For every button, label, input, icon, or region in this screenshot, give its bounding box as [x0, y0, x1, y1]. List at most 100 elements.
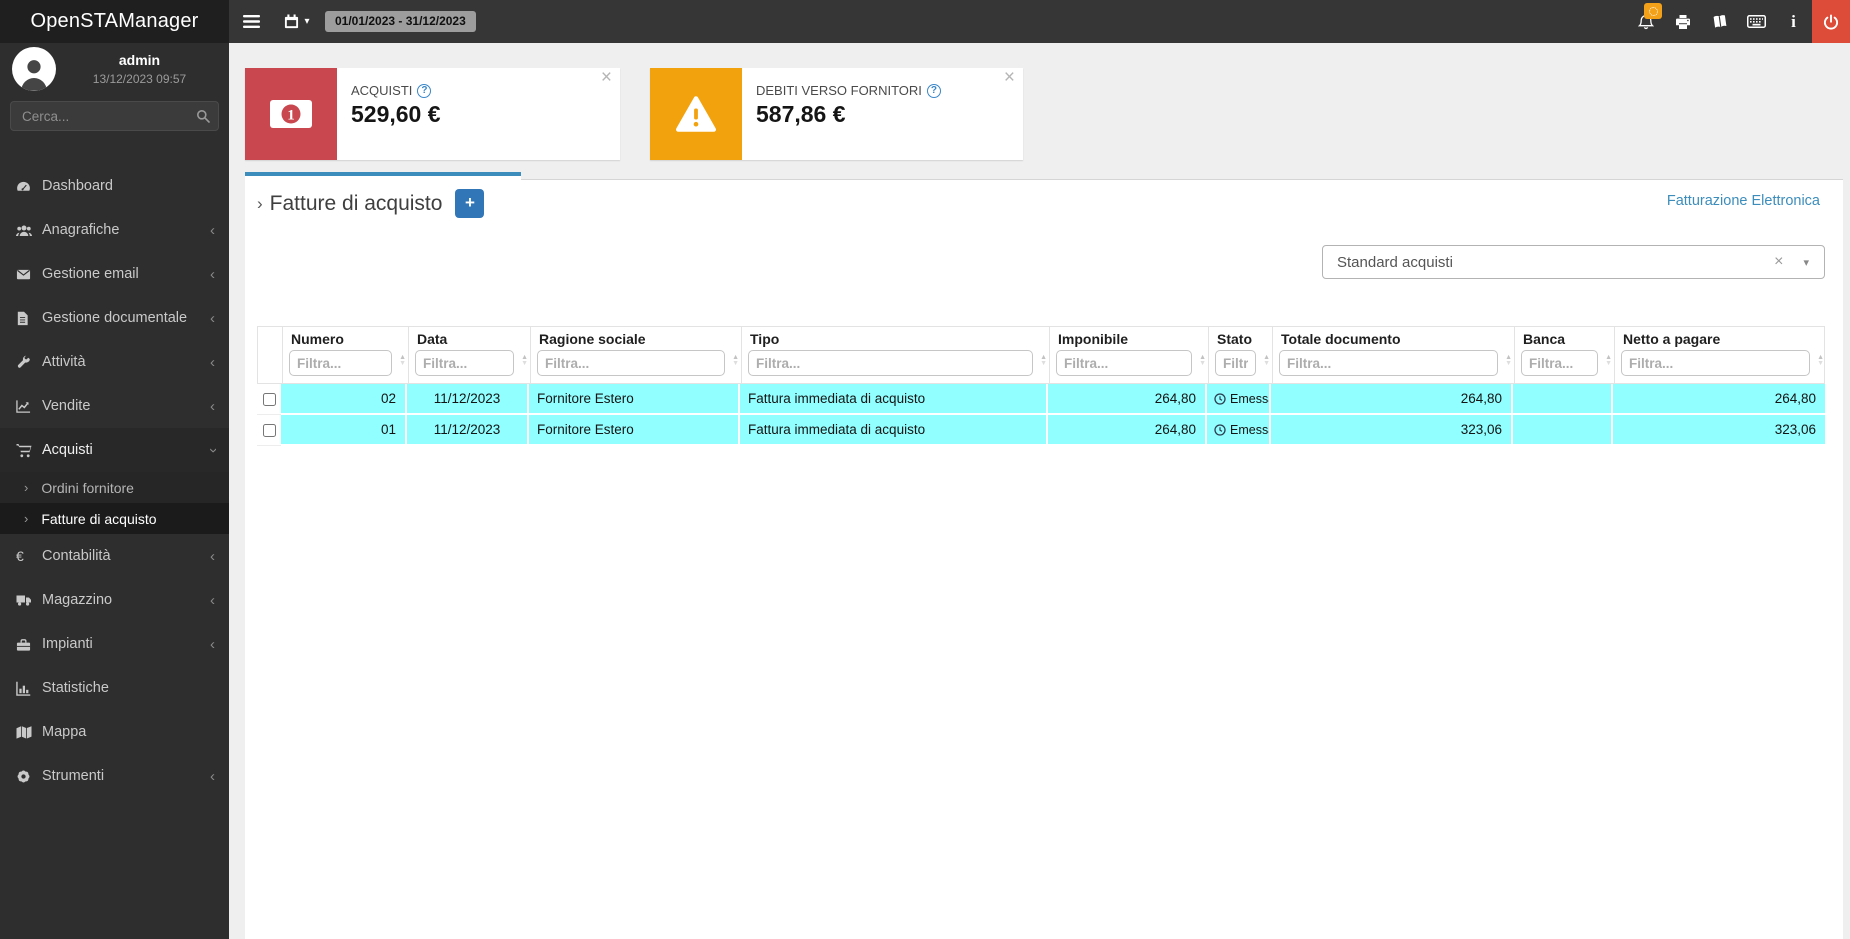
sidebar-item-attivita[interactable]: Attività ‹: [0, 340, 229, 384]
search-input[interactable]: [11, 102, 218, 130]
user-panel: admin 13/12/2023 09:57: [56, 52, 223, 86]
card-label-row: ACQUISTI ?: [351, 83, 620, 98]
row-checkbox[interactable]: [262, 392, 276, 406]
sidebar-item-label: Contabilità: [42, 548, 111, 564]
logout-button[interactable]: [1812, 0, 1850, 43]
sort-control[interactable]: ▲ ▼: [732, 354, 739, 367]
card-body: ACQUISTI ? 529,60 € ×: [337, 68, 620, 160]
wrench-icon: [16, 355, 42, 370]
cell-banca: [1513, 415, 1613, 446]
chevron-right-icon: ›: [24, 511, 29, 526]
filter-input-totale-documento[interactable]: [1279, 350, 1498, 376]
tab-fatture-di-acquisto[interactable]: › Fatture di acquisto +: [245, 172, 521, 231]
column-netto-a-pagare: Netto a pagare ▲▼: [1614, 327, 1826, 383]
spinner-icon: [1648, 6, 1658, 16]
sort-control[interactable]: ▲ ▼: [1199, 354, 1206, 367]
search-icon[interactable]: [196, 109, 210, 123]
cell-tipo: Fattura immediata di acquisto: [740, 415, 1048, 446]
users-icon: [16, 223, 42, 238]
top-navbar: OpenSTAManager ▾ 01/01/2023 - 31/12/2023: [0, 0, 1850, 43]
caret-down-icon: ▾: [304, 16, 310, 27]
table-row[interactable]: 02 11/12/2023 Fornitore Estero Fattura i…: [257, 384, 1825, 415]
filter-input-numero[interactable]: [289, 350, 392, 376]
close-icon[interactable]: ×: [601, 68, 612, 87]
cell-imponibile: 264,80: [1048, 384, 1207, 415]
warning-icon: [650, 68, 742, 160]
sidebar-item-acquisti[interactable]: Acquisti ‹: [0, 428, 229, 472]
sidebar-item-contabilita[interactable]: € Contabilità ‹: [0, 534, 229, 578]
sidebar-item-gestione-documentale[interactable]: Gestione documentale ‹: [0, 296, 229, 340]
card-value: 529,60 €: [351, 101, 441, 127]
sidebar-item-label: Vendite: [42, 398, 91, 414]
filter-input-banca[interactable]: [1521, 350, 1598, 376]
gear-icon: [16, 769, 42, 784]
cell-numero: 02: [281, 384, 407, 415]
sidebar-subitem-label: Ordini fornitore: [41, 479, 134, 496]
print-button[interactable]: [1664, 0, 1701, 43]
cell-netto-a-pagare: 323,06: [1613, 415, 1825, 446]
sort-control[interactable]: ▲ ▼: [1605, 354, 1612, 367]
filter-input-tipo[interactable]: [748, 350, 1033, 376]
chevron-down-icon: ‹: [204, 447, 221, 453]
sidebar-item-anagrafiche[interactable]: Anagrafiche ‹: [0, 208, 229, 252]
cell-stato: Emessa: [1207, 384, 1271, 415]
clock-icon: [1214, 392, 1226, 405]
sidebar-item-impianti[interactable]: Impianti ‹: [0, 622, 229, 666]
column-imponibile: Imponibile ▲▼: [1049, 327, 1208, 383]
row-checkbox[interactable]: [262, 423, 276, 437]
cell-numero: 01: [281, 415, 407, 446]
clear-icon[interactable]: ×: [1774, 253, 1783, 271]
sidebar-item-label: Strumenti: [42, 768, 105, 784]
sort-control[interactable]: ▲ ▼: [1263, 354, 1270, 367]
printer-icon: [1675, 14, 1691, 30]
sidebar-item-statistiche[interactable]: Statistiche: [0, 666, 229, 710]
sidebar-item-gestione-email[interactable]: Gestione email ‹: [0, 252, 229, 296]
sort-control[interactable]: ▲ ▼: [1040, 354, 1047, 367]
caret-down-icon[interactable]: ▾: [1803, 256, 1809, 269]
filter-input-netto-a-pagare[interactable]: [1621, 350, 1810, 376]
help-icon[interactable]: ?: [926, 83, 941, 98]
filter-input-imponibile[interactable]: [1056, 350, 1192, 376]
sidebar-item-label: Anagrafiche: [42, 222, 120, 238]
sidebar-item-dashboard[interactable]: Dashboard: [0, 164, 229, 208]
sidebar-item-label: Gestione email: [42, 266, 139, 282]
sort-control[interactable]: ▲ ▼: [1505, 354, 1512, 367]
info-button[interactable]: i: [1775, 0, 1812, 43]
sidebar-item-vendite[interactable]: Vendite ‹: [0, 384, 229, 428]
table-row[interactable]: 01 11/12/2023 Fornitore Estero Fattura i…: [257, 415, 1825, 446]
notifications-button[interactable]: [1627, 0, 1664, 43]
content-panel: Fatturazione Elettronica Standard acquis…: [245, 179, 1843, 939]
sort-control[interactable]: ▲ ▼: [399, 354, 406, 367]
shortcuts-button[interactable]: [1738, 0, 1775, 43]
sidebar-item-label: Magazzino: [42, 592, 113, 608]
docs-button[interactable]: [1701, 0, 1738, 43]
calendar-button[interactable]: ▾: [276, 0, 318, 43]
sidebar-subitem-fatture-di-acquisto[interactable]: › Fatture di acquisto: [0, 503, 229, 534]
sidebar-item-mappa[interactable]: Mappa: [0, 710, 229, 754]
cell-data: 11/12/2023: [407, 384, 529, 415]
sidebar-item-magazzino[interactable]: Magazzino ‹: [0, 578, 229, 622]
banknote-icon: 1: [245, 68, 337, 160]
navbar-actions: i: [1627, 0, 1850, 43]
sort-control[interactable]: ▲ ▼: [521, 354, 528, 367]
power-icon: [1823, 14, 1839, 30]
chevron-right-icon: ›: [24, 480, 29, 495]
sidebar-subitem-ordini-fornitore[interactable]: › Ordini fornitore: [0, 472, 229, 503]
truck-icon: [16, 593, 42, 607]
sidebar-item-strumenti[interactable]: Strumenti ‹: [0, 754, 229, 798]
hamburger-menu-icon[interactable]: [236, 0, 266, 43]
filter-input-data[interactable]: [415, 350, 514, 376]
date-range-badge[interactable]: 01/01/2023 - 31/12/2023: [325, 11, 476, 32]
help-icon[interactable]: ?: [417, 83, 432, 98]
cell-netto-a-pagare: 264,80: [1613, 384, 1825, 415]
sidebar-item-label: Mappa: [42, 724, 87, 740]
main-content: 1 ACQUISTI ? 529,60 € × DEBITI VERSO FOR…: [229, 43, 1850, 939]
close-icon[interactable]: ×: [1004, 68, 1015, 87]
filter-select[interactable]: Standard acquisti × ▾: [1322, 245, 1825, 279]
filter-input-stato[interactable]: [1215, 350, 1256, 376]
filter-input-ragione-sociale[interactable]: [537, 350, 725, 376]
sort-control[interactable]: ▲ ▼: [1817, 354, 1824, 367]
column-stato: Stato ▲▼: [1208, 327, 1272, 383]
add-invoice-button[interactable]: +: [455, 189, 485, 218]
fatturazione-elettronica-link[interactable]: Fatturazione Elettronica: [1667, 193, 1820, 209]
